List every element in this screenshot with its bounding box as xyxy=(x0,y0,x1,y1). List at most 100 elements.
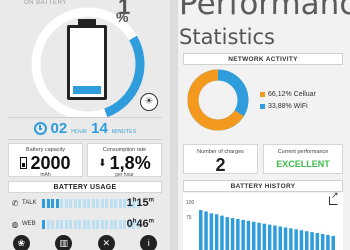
usage-row-web: ◍ WEB 0h46m xyxy=(10,218,162,230)
minutes-unit: MINUTES xyxy=(111,129,137,135)
legend-cellular: 66,12% Celluar xyxy=(260,91,316,98)
remaining-time: 02 HOUR 14 MINUTES xyxy=(0,120,170,138)
usage-bar-segment xyxy=(114,198,117,208)
history-bar xyxy=(230,218,235,250)
bulb-icon[interactable]: ☀ xyxy=(140,93,158,111)
usage-bar-segment xyxy=(51,198,54,208)
tools-icon: ✕ xyxy=(102,238,111,248)
history-bar xyxy=(299,230,304,250)
legend-wifi: 33,88% WiFi xyxy=(260,103,308,110)
history-bar xyxy=(294,229,298,250)
usage-bar-segment xyxy=(69,219,72,229)
legend-label-wifi: 33,88% WiFi xyxy=(268,103,308,110)
minutes-value: 14 xyxy=(91,120,108,137)
network-activity-header: NETWORK ACTIVITY xyxy=(183,53,343,65)
hours-value: 02 xyxy=(50,120,68,137)
usage-bar-segment xyxy=(69,198,72,208)
capacity-unit: mAh xyxy=(40,172,51,178)
hours-unit: HOUR xyxy=(71,129,88,135)
usage-bar-segment xyxy=(60,198,63,208)
history-bar xyxy=(273,225,277,250)
divider-line xyxy=(8,117,162,118)
battery-small-icon xyxy=(20,157,28,169)
usage-bar-segment xyxy=(109,219,113,229)
history-bar xyxy=(331,235,335,250)
usage-bar-segment xyxy=(73,219,77,229)
usage-bar-segment xyxy=(64,198,68,208)
performance-panel: Performance Statistics NETWORK ACTIVITY … xyxy=(178,0,350,250)
battery-percent-sign: % xyxy=(116,9,129,25)
usage-bar-segment xyxy=(118,219,122,229)
history-bar xyxy=(214,214,219,250)
usage-time: 1h15m xyxy=(126,197,154,209)
battery-fill xyxy=(73,85,101,94)
performance-card: Current performance EXCELLENT xyxy=(263,144,343,174)
battery-usage-header: BATTERY USAGE xyxy=(8,181,162,193)
history-bar xyxy=(278,226,282,250)
history-bar xyxy=(320,234,325,250)
usage-bar-segment xyxy=(82,219,86,229)
usage-bar-segment xyxy=(100,219,104,229)
history-bar xyxy=(209,213,214,250)
consumption-rate-card: Consumption rate ⬇ 1,8% per hour xyxy=(87,143,162,178)
battery-history-header: BATTERY HISTORY xyxy=(183,180,343,192)
globe-icon: ◍ xyxy=(11,219,19,229)
divider-line xyxy=(8,139,162,140)
usage-bar-segment xyxy=(96,219,99,229)
usage-bar-segment xyxy=(87,198,90,208)
history-bar xyxy=(257,222,261,250)
usage-label: TALK xyxy=(22,200,37,206)
usage-bar-segment xyxy=(42,219,45,229)
history-bar xyxy=(289,228,293,250)
history-bar xyxy=(310,232,314,250)
usage-bar-segment xyxy=(91,198,95,208)
usage-bar-segment xyxy=(55,219,59,229)
usage-bar-segment xyxy=(118,198,122,208)
info-icon: i xyxy=(147,238,150,248)
battery-panel: ON BATTERY 1 % ☀ 02 HOUR 14 MINUTES Batt… xyxy=(0,0,170,250)
history-bar xyxy=(199,210,203,250)
history-bar xyxy=(252,221,256,250)
usage-label: WEB xyxy=(22,221,36,227)
leaf-icon: ❀ xyxy=(17,238,26,248)
network-donut-chart xyxy=(187,69,249,131)
usage-bar-segment xyxy=(46,198,50,208)
usage-time: 0h46m xyxy=(126,218,154,230)
usage-bar-segment xyxy=(123,198,126,208)
history-bar xyxy=(283,227,288,250)
history-bar xyxy=(326,234,330,250)
usage-bar-segment xyxy=(100,198,104,208)
bottom-toolbar: ❀ ▥ ✕ i xyxy=(0,234,170,250)
history-bar xyxy=(204,211,208,250)
arrow-down-icon: ⬇ xyxy=(98,157,107,169)
gauge-level-arc xyxy=(104,35,145,118)
usage-bars xyxy=(42,219,140,229)
usage-bar-segment xyxy=(51,219,54,229)
bar-chart-icon: ▥ xyxy=(59,238,68,248)
usage-bar-segment xyxy=(105,198,108,208)
history-bar xyxy=(236,218,240,250)
usage-bar-segment xyxy=(64,219,68,229)
battery-icon xyxy=(67,25,107,100)
usage-bar-segment xyxy=(78,219,81,229)
legend-swatch-wifi xyxy=(260,104,265,109)
history-bar xyxy=(225,217,229,250)
usage-bar-segment xyxy=(96,198,99,208)
usage-bar-segment xyxy=(60,219,63,229)
usage-bar-segment xyxy=(114,219,117,229)
tools-button[interactable]: ✕ xyxy=(97,235,115,250)
history-bar xyxy=(315,233,320,250)
usage-row-talk: ✆ TALK 1h15m xyxy=(10,197,162,209)
usage-bar-segment xyxy=(78,198,81,208)
eco-button[interactable]: ❀ xyxy=(12,235,30,250)
clock-icon xyxy=(33,122,47,135)
usage-bar-segment xyxy=(123,219,126,229)
chart-button[interactable]: ▥ xyxy=(55,235,73,250)
usage-bar-segment xyxy=(105,219,108,229)
usage-bar-segment xyxy=(87,219,90,229)
info-button[interactable]: i xyxy=(140,235,158,250)
charges-card: Number of charges 2 xyxy=(183,144,258,175)
history-bar xyxy=(241,219,245,250)
section-title: Statistics xyxy=(179,25,275,49)
battery-capacity-card: Battery capacity 2000 mAh xyxy=(8,143,83,178)
